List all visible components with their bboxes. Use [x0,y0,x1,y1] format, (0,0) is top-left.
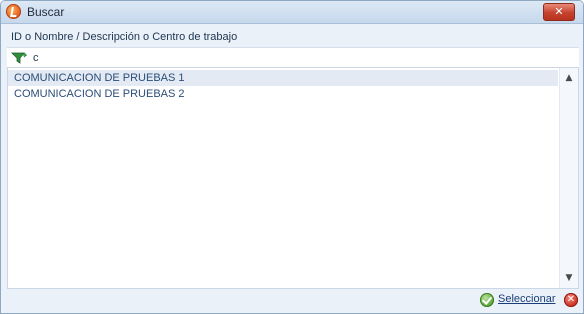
check-circle-icon[interactable] [480,293,494,307]
list-item[interactable]: COMUNICACION DE PRUEBAS 1 [8,70,558,86]
filter-icon[interactable] [11,51,27,65]
close-button[interactable]: ✕ [543,3,575,21]
vertical-scrollbar[interactable]: ▲ ▼ [559,68,578,288]
search-input[interactable] [33,51,553,65]
scroll-down-icon[interactable]: ▼ [560,270,578,286]
filter-row [7,47,579,68]
app-icon [6,4,21,19]
search-field-label: ID o Nombre / Descripción o Centro de tr… [11,31,238,43]
scroll-up-icon[interactable]: ▲ [560,70,578,86]
list-item[interactable]: COMUNICACION DE PRUEBAS 2 [8,86,558,102]
results-list[interactable]: COMUNICACION DE PRUEBAS 1 COMUNICACION D… [7,67,579,289]
search-dialog: Buscar ✕ ID o Nombre / Descripción o Cen… [0,0,584,314]
window-title: Buscar [27,5,65,19]
dialog-footer: Seleccionar ✕ [1,289,583,313]
title-bar[interactable]: Buscar ✕ [1,1,583,24]
select-button[interactable]: Seleccionar [498,293,555,305]
cancel-circle-icon[interactable]: ✕ [564,293,578,307]
